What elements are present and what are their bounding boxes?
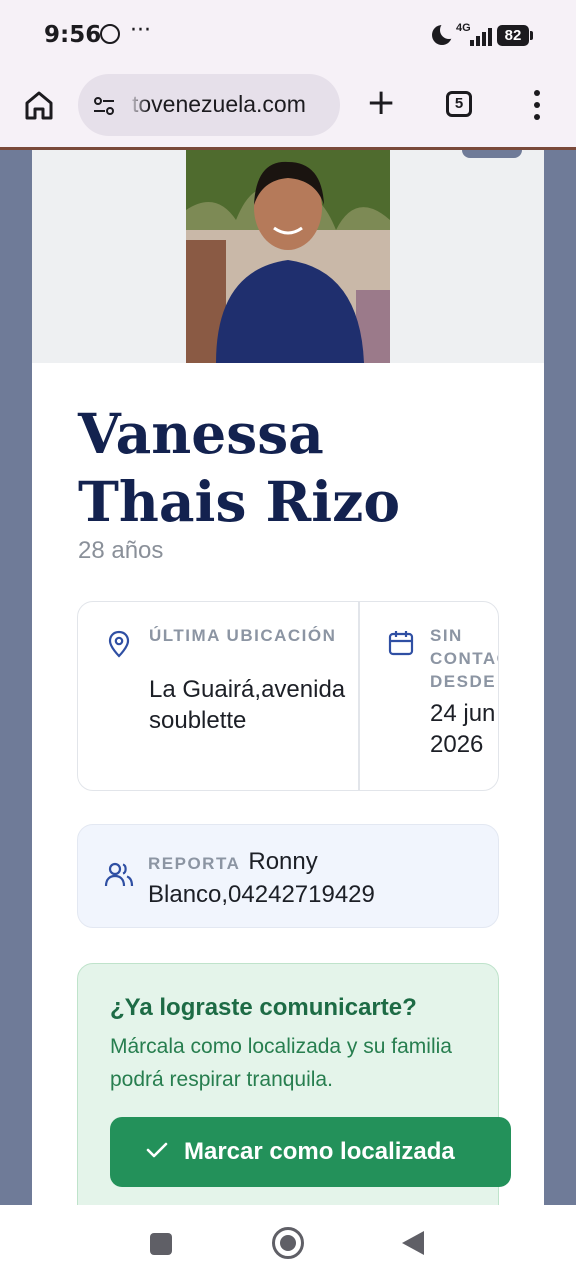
mark-located-label: Marcar como localizada — [184, 1138, 455, 1165]
signal-icon — [464, 26, 492, 46]
url-text[interactable]: tovenezuela.com — [132, 91, 306, 118]
home-nav-button[interactable] — [272, 1227, 304, 1259]
recents-button[interactable] — [150, 1233, 172, 1255]
reporter-label: REPORTA — [148, 854, 241, 873]
contact-body: Márcala como localizada y su familia pod… — [110, 1035, 452, 1091]
location-value: La Guairá,avenida soublette — [149, 676, 346, 734]
site-settings-icon[interactable] — [92, 94, 116, 118]
new-tab-button[interactable]: + — [366, 85, 396, 122]
do-not-disturb-icon — [432, 21, 458, 45]
person-photo — [186, 150, 390, 363]
map-pin-icon — [108, 630, 130, 658]
home-button[interactable] — [22, 88, 56, 122]
address-bar[interactable]: tovenezuela.com — [78, 74, 340, 136]
whatsapp-icon — [100, 24, 120, 44]
status-bar: 9:56 ··· 4G 82 — [0, 0, 576, 72]
contact-title: ¿Ya lograste comunicarte? — [110, 994, 417, 1021]
back-button[interactable] — [402, 1231, 424, 1255]
person-card: Vanessa Thais Rizo 28 años ÚLTIMA UBICAC… — [32, 150, 544, 1205]
person-name: Vanessa Thais Rizo — [78, 401, 401, 534]
mark-located-button[interactable]: Marcar como localizada — [110, 1117, 511, 1187]
tab-switcher-button[interactable]: 5 — [446, 91, 472, 117]
reporter-text: REPORTA Ronny Blanco,04242719429 — [148, 846, 478, 910]
reporter-box: REPORTA Ronny Blanco,04242719429 — [77, 824, 499, 928]
more-notifications-icon: ··· — [130, 18, 151, 43]
browser-toolbar: tovenezuela.com + 5 — [0, 72, 576, 150]
battery-icon: 82 — [497, 25, 533, 46]
status-time: 9:56 — [44, 22, 102, 48]
photo-area — [32, 150, 544, 363]
check-icon — [146, 1142, 168, 1158]
location-label: ÚLTIMA UBICACIÓN — [149, 626, 337, 645]
person-age: 28 años — [78, 537, 164, 564]
system-nav-bar — [0, 1205, 576, 1280]
since-value: 24 jun 2026 — [430, 700, 496, 758]
calendar-icon — [388, 631, 414, 656]
users-icon — [104, 862, 134, 887]
info-box: ÚLTIMA UBICACIÓN La Guairá,avenida soubl… — [77, 601, 499, 791]
more-menu-button[interactable] — [528, 88, 546, 122]
home-icon — [25, 91, 53, 120]
since-label: SIN CONTACTO DESDE — [430, 626, 498, 691]
